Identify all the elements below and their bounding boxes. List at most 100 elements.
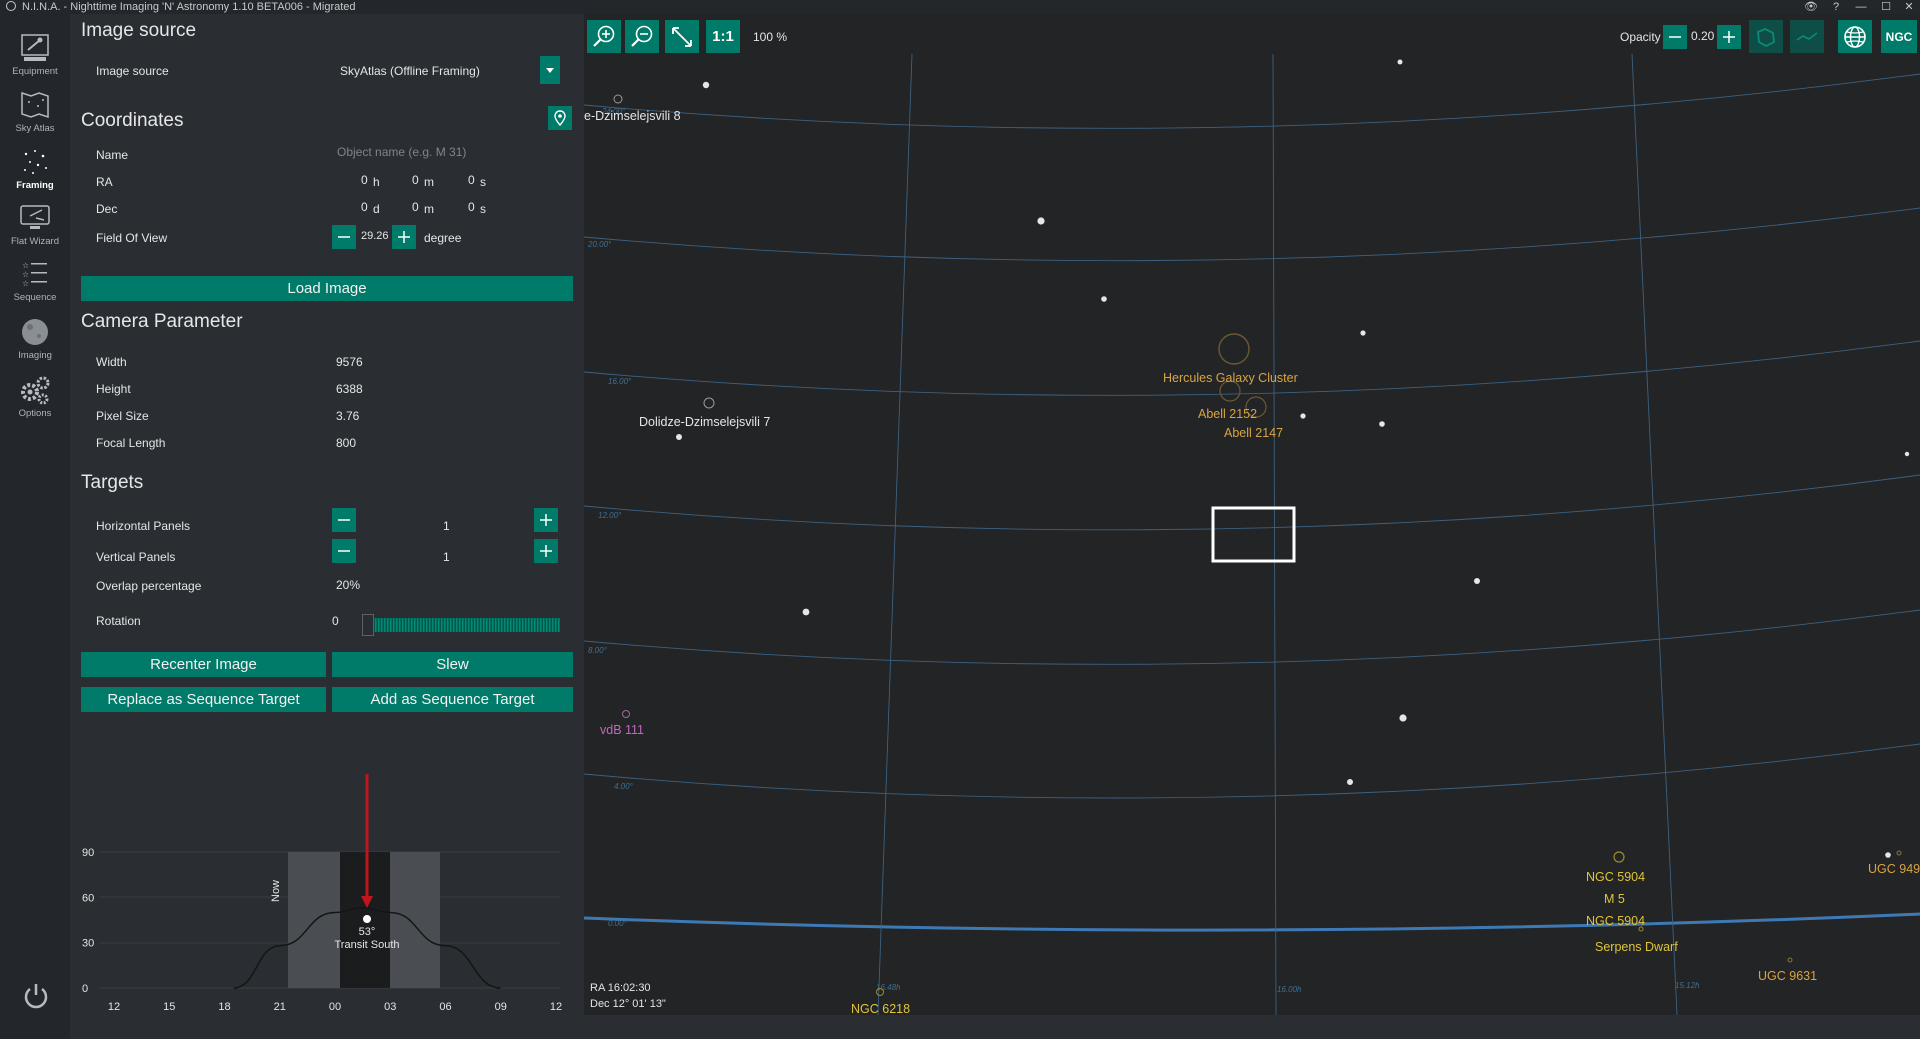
opacity-increase-button[interactable] bbox=[1717, 25, 1741, 49]
opacity-value[interactable]: 0.20 bbox=[1691, 29, 1714, 43]
rotation-label: Rotation bbox=[96, 614, 141, 628]
dso-marker[interactable] bbox=[703, 397, 715, 409]
globe-icon bbox=[1844, 25, 1866, 48]
dso-marker[interactable] bbox=[1613, 851, 1625, 863]
ra-seconds-input[interactable]: 0 bbox=[468, 173, 475, 187]
maximize-button[interactable]: ☐ bbox=[1875, 0, 1897, 14]
dec-grid-label: 8.00° bbox=[588, 646, 608, 655]
image-source-select[interactable]: SkyAtlas (Offline Framing) bbox=[340, 64, 480, 78]
fit-to-screen-button[interactable] bbox=[665, 20, 699, 53]
dso-label-ugc-949: UGC 949 bbox=[1868, 862, 1920, 876]
svg-text:☆: ☆ bbox=[22, 279, 29, 288]
equipment-icon bbox=[21, 34, 49, 61]
ra-grid-label: 15.12h bbox=[1675, 981, 1700, 990]
dec-seconds-unit: s bbox=[480, 202, 486, 216]
vertical-panels-decrease-button[interactable] bbox=[332, 539, 356, 563]
help-icon[interactable]: ? bbox=[1825, 0, 1847, 14]
dso-label-vdb-111: vdB 111 bbox=[600, 723, 644, 737]
nav-sky-atlas[interactable]: Sky Atlas bbox=[0, 89, 70, 147]
sky-map[interactable]: 24.00° 20.00° 16.00° 12.00° 8.00° 4.00° … bbox=[584, 14, 1920, 1015]
power-icon[interactable] bbox=[22, 982, 50, 1010]
rotation-slider[interactable] bbox=[366, 618, 560, 632]
location-pin-button[interactable] bbox=[548, 106, 572, 130]
focal-length-input[interactable]: 800 bbox=[336, 436, 356, 450]
cursor-coordinates: RA 16:02:30 Dec 12° 01' 13" bbox=[590, 980, 666, 1012]
dso-marker[interactable] bbox=[1218, 333, 1250, 365]
load-image-button[interactable]: Load Image bbox=[81, 276, 573, 301]
replace-as-sequence-target-button[interactable]: Replace as Sequence Target bbox=[81, 687, 326, 712]
height-input[interactable]: 6388 bbox=[336, 382, 363, 396]
pixel-size-input[interactable]: 3.76 bbox=[336, 409, 359, 423]
ra-grid-label: 16.00h bbox=[1277, 985, 1302, 994]
nav-framing[interactable]: Framing bbox=[0, 146, 70, 204]
close-button[interactable]: ✕ bbox=[1898, 0, 1920, 14]
window-title: N.I.N.A. - Nighttime Imaging 'N' Astrono… bbox=[6, 0, 356, 14]
minimize-button[interactable]: — bbox=[1850, 0, 1872, 14]
object-name-input[interactable]: Object name (e.g. M 31) bbox=[337, 145, 466, 159]
framing-icon bbox=[24, 150, 47, 174]
vertical-panels-input[interactable]: 1 bbox=[443, 550, 450, 564]
plus-icon bbox=[540, 514, 552, 526]
dec-minutes-input[interactable]: 0 bbox=[412, 200, 419, 214]
minus-icon bbox=[338, 550, 350, 552]
x-tick-label: 06 bbox=[439, 1001, 451, 1013]
overlap-percentage-input[interactable]: 20% bbox=[336, 578, 360, 592]
dso-label-ngc-5904: NGC 5904 bbox=[1586, 870, 1645, 884]
sky-atlas-icon bbox=[21, 91, 49, 119]
actual-size-button[interactable]: 1:1 bbox=[706, 20, 740, 53]
eye-icon[interactable]: 👁 bbox=[1800, 0, 1822, 14]
framing-rectangle[interactable] bbox=[1211, 506, 1296, 563]
title-bar: N.I.N.A. - Nighttime Imaging 'N' Astrono… bbox=[0, 0, 1920, 14]
plus-icon bbox=[398, 231, 410, 243]
nav-options[interactable]: Options bbox=[0, 374, 70, 432]
dso-marker[interactable] bbox=[1787, 957, 1793, 963]
nav-flat-wizard[interactable]: Flat Wizard bbox=[0, 202, 70, 260]
zoom-out-icon bbox=[631, 25, 653, 47]
framing-panel: Image source Image source SkyAtlas (Offl… bbox=[70, 14, 582, 1039]
width-input[interactable]: 9576 bbox=[336, 355, 363, 369]
zoom-in-button[interactable] bbox=[587, 20, 621, 53]
expand-arrows-icon bbox=[672, 26, 692, 47]
fov-decrease-button[interactable] bbox=[332, 225, 356, 249]
vertical-panels-increase-button[interactable] bbox=[534, 539, 558, 563]
nav-equipment[interactable]: Equipment bbox=[0, 32, 70, 90]
fov-input[interactable]: 29.26 bbox=[361, 230, 389, 242]
horizontal-panels-decrease-button[interactable] bbox=[332, 508, 356, 532]
dso-label-ugc-9631: UGC 9631 bbox=[1758, 969, 1817, 983]
slew-button[interactable]: Slew bbox=[332, 652, 573, 677]
horizontal-panels-increase-button[interactable] bbox=[534, 508, 558, 532]
horizontal-panels-input[interactable]: 1 bbox=[443, 519, 450, 533]
fov-label: Field Of View bbox=[96, 231, 168, 245]
image-source-dropdown-button[interactable] bbox=[540, 56, 560, 84]
y-tick-label: 60 bbox=[82, 892, 94, 904]
svg-text:☆: ☆ bbox=[22, 261, 29, 270]
zoom-out-button[interactable] bbox=[625, 20, 659, 53]
x-tick-label: 21 bbox=[274, 1001, 286, 1013]
ngc-toggle[interactable]: NGC bbox=[1881, 20, 1917, 53]
dec-degrees-input[interactable]: 0 bbox=[361, 200, 368, 214]
vertical-panels-label: Vertical Panels bbox=[96, 550, 176, 564]
opacity-label: Opacity bbox=[1620, 30, 1661, 44]
nav-sequence[interactable]: ☆ ☆ ☆ Sequence bbox=[0, 258, 70, 316]
rotation-slider-thumb[interactable] bbox=[362, 614, 374, 636]
constellation-lines-toggle[interactable] bbox=[1790, 20, 1824, 53]
ra-minutes-input[interactable]: 0 bbox=[412, 173, 419, 187]
fov-increase-button[interactable] bbox=[392, 225, 416, 249]
ra-hours-unit: h bbox=[373, 175, 380, 189]
grid-toggle[interactable] bbox=[1838, 20, 1872, 53]
ra-hours-input[interactable]: 0 bbox=[361, 173, 368, 187]
rotation-input[interactable]: 0 bbox=[332, 614, 339, 628]
add-as-sequence-target-button[interactable]: Add as Sequence Target bbox=[332, 687, 573, 712]
nina-logo-icon bbox=[6, 1, 16, 11]
opacity-decrease-button[interactable] bbox=[1663, 25, 1687, 49]
dec-seconds-input[interactable]: 0 bbox=[468, 200, 475, 214]
dso-marker[interactable] bbox=[1896, 850, 1902, 856]
nav-imaging[interactable]: Imaging bbox=[0, 316, 70, 374]
x-tick-labels: 12 15 18 21 00 03 06 09 12 bbox=[108, 1001, 562, 1013]
dso-marker[interactable] bbox=[622, 710, 630, 718]
dso-marker[interactable] bbox=[613, 94, 623, 104]
recenter-image-button[interactable]: Recenter Image bbox=[81, 652, 326, 677]
twilight-band-right bbox=[390, 852, 440, 988]
y-tick-label: 30 bbox=[82, 938, 94, 950]
constellation-boundaries-toggle[interactable] bbox=[1749, 20, 1783, 53]
